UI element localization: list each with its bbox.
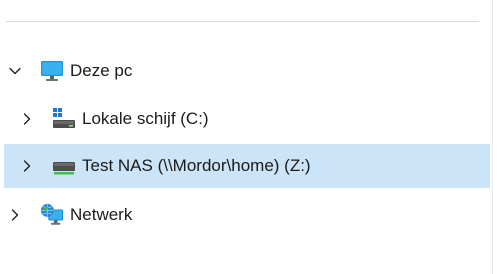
network-globe-icon (40, 203, 64, 227)
monitor-icon (40, 59, 64, 83)
tree-item-label: Netwerk (70, 205, 133, 224)
chevron-right-icon[interactable] (7, 207, 23, 223)
tree-item-label: Test NAS (\\Mordor\home) (Z:) (82, 156, 311, 175)
tree-item-label: Lokale schijf (C:) (82, 109, 209, 128)
pane-edge (492, 0, 493, 274)
navigation-pane: Deze pc Lokale schijf (C:) Test NAS (\\M… (0, 0, 502, 274)
tree-item-lokale-schijf[interactable]: Lokale schijf (C:) (4, 97, 490, 141)
chevron-right-icon[interactable] (19, 158, 35, 174)
tree-item-deze-pc[interactable]: Deze pc (4, 49, 490, 93)
section-divider (6, 21, 479, 22)
tree-item-label: Deze pc (70, 61, 133, 80)
tree-item-test-nas[interactable]: Test NAS (\\Mordor\home) (Z:) (4, 144, 490, 188)
windows-drive-icon (52, 107, 76, 131)
chevron-down-icon[interactable] (7, 63, 23, 79)
tree-item-netwerk[interactable]: Netwerk (4, 193, 490, 237)
network-drive-icon (52, 154, 76, 178)
chevron-right-icon[interactable] (19, 111, 35, 127)
